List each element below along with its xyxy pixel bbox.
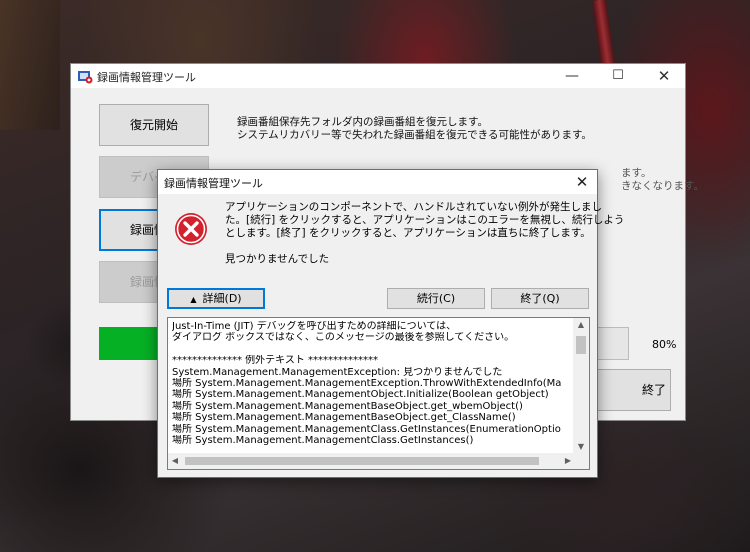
continue-button[interactable]: 続行(C) [387,288,485,309]
details-button-label: 詳細(D) [202,292,242,305]
details-line: 場所 System.Management.ManagementException… [172,378,562,390]
scroll-left-icon[interactable]: ◀ [168,453,182,469]
error-sub-message: 見つかりませんでした [225,253,330,265]
details-line: 場所 System.Management.ManagementObject.In… [172,389,549,401]
vertical-scroll-thumb[interactable] [576,336,586,354]
error-message-line: アプリケーションのコンポーネントで、ハンドルされていない例外が発生しまし [225,201,603,213]
close-button[interactable]: ✕ [641,64,687,88]
details-line: System.Management.ManagementException: 見… [172,366,503,378]
horizontal-scrollbar[interactable]: ◀ ▶ [168,453,575,469]
error-message-line: とします。[終了] をクリックすると、アプリケーションは直ちに終了します。 [225,227,591,239]
details-button[interactable]: ▲ 詳細(D) [167,288,265,309]
quit-button[interactable]: 終了(Q) [491,288,589,309]
progress-percentage: 80% [652,338,677,351]
minimize-button[interactable]: — [549,64,595,88]
details-line: ダイアログ ボックスではなく、このメッセージの最後を参照してください。 [172,332,515,344]
scrollbar-corner [573,453,589,469]
details-line: 場所 System.Management.ManagementBaseObjec… [172,412,516,424]
restore-start-button[interactable]: 復元開始 [99,104,209,146]
dialog-close-icon[interactable]: ✕ [567,170,597,194]
scroll-down-icon[interactable]: ▼ [573,440,589,454]
error-x-icon [175,213,207,245]
error-message-line: た。[続行] をクリックすると、アプリケーションはこのエラーを無視し、続行しよう [225,214,625,226]
dialog-title: 録画情報管理ツール [164,177,263,190]
error-message: アプリケーションのコンポーネントで、ハンドルされていない例外が発生しまし た。[… [225,201,625,240]
recorder-app-icon [78,71,93,84]
details-textbox[interactable]: Just-In-Time (JIT) デバッグを呼び出すための詳細については、 … [167,317,590,470]
details-line: ************** 例外テキスト ************** [172,355,379,367]
details-text: Just-In-Time (JIT) デバッグを呼び出すための詳細については、 … [172,321,572,446]
details-line: Just-In-Time (JIT) デバッグを呼び出すための詳細については、 [172,321,457,332]
restore-description-line: システムリカバリー等で失われた録画番組を復元できる可能性があります。 [237,129,592,141]
progress-bar-fill [99,327,159,360]
maximize-button[interactable]: ☐ [595,64,641,88]
main-titlebar[interactable]: 録画情報管理ツール — ☐ ✕ [71,64,685,88]
restore-description-line: 録画番組保存先フォルダ内の録画番組を復元します。 [237,116,488,128]
restore-description: 録画番組保存先フォルダ内の録画番組を復元します。 システムリカバリー等で失われた… [237,116,592,142]
details-line: 場所 System.Management.ManagementClass.Get… [172,423,561,435]
vertical-scrollbar[interactable]: ▲ ▼ [573,318,589,454]
dialog-titlebar[interactable]: 録画情報管理ツール ✕ [158,170,597,194]
wallpaper-hair [0,0,60,130]
exit-button-label: 終了 [642,383,667,397]
error-dialog: 録画情報管理ツール ✕ アプリケーションのコンポーネントで、ハンドルされていない… [157,169,625,478]
details-line: 場所 System.Management.ManagementBaseObjec… [172,400,523,412]
main-window-title: 録画情報管理ツール [97,71,196,84]
exit-button[interactable]: 終了 [591,369,671,411]
horizontal-scroll-thumb[interactable] [185,457,539,465]
scroll-up-icon[interactable]: ▲ [573,318,589,332]
details-line [172,344,572,355]
collapse-triangle-icon: ▲ [190,295,197,304]
details-line: 場所 System.Management.ManagementClass.Get… [172,435,474,447]
